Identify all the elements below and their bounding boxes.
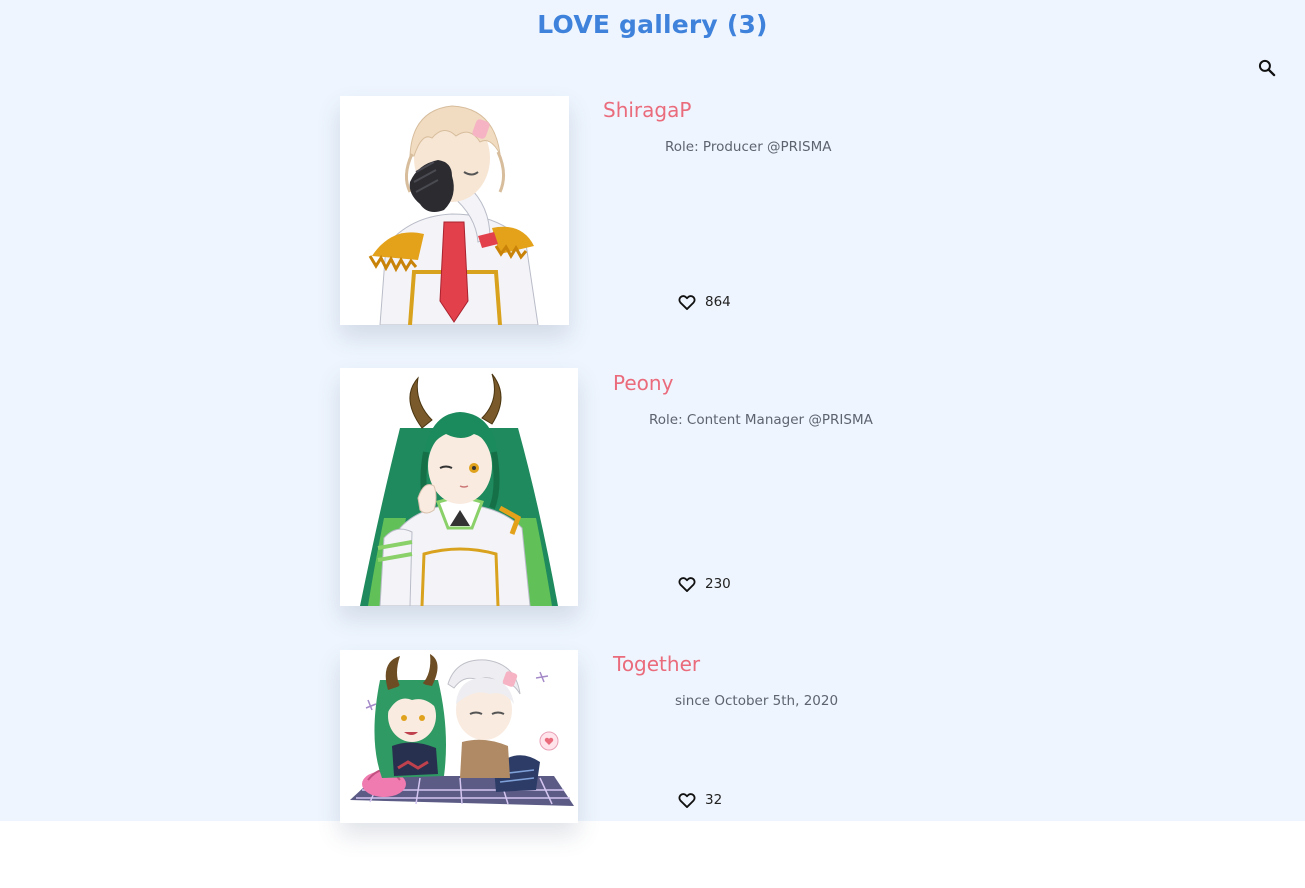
heart-outline-icon[interactable] (677, 574, 697, 594)
search-icon (1258, 59, 1276, 77)
like-count: 32 (705, 792, 723, 808)
like-count: 864 (705, 294, 731, 310)
card-title-together[interactable]: Together (613, 652, 700, 676)
card-subtitle-together: since October 5th, 2020 (675, 693, 839, 709)
page-title: LOVE gallery (3) (537, 10, 768, 39)
like-count: 230 (705, 576, 731, 592)
like-section-shiragap: 864 (677, 292, 731, 312)
gallery-background (0, 0, 1305, 821)
card-title-peony[interactable]: Peony (613, 371, 673, 395)
like-section-peony: 230 (677, 574, 731, 594)
search-button[interactable] (1254, 55, 1280, 81)
heart-outline-icon[interactable] (677, 292, 697, 312)
gallery-image-shiragap[interactable] (340, 96, 569, 325)
heart-outline-icon[interactable] (677, 790, 697, 810)
gallery-image-together[interactable] (340, 650, 578, 823)
anime-illustration-together (340, 650, 578, 823)
anime-portrait-peony (340, 368, 578, 606)
like-section-together: 32 (677, 790, 722, 810)
gallery-image-peony[interactable] (340, 368, 578, 606)
card-title-shiragap[interactable]: ShiragaP (603, 98, 691, 122)
anime-portrait-shiragap (340, 96, 569, 325)
card-subtitle-shiragap: Role: Producer @PRISMA (665, 139, 832, 155)
card-subtitle-peony: Role: Content Manager @PRISMA (649, 412, 873, 428)
